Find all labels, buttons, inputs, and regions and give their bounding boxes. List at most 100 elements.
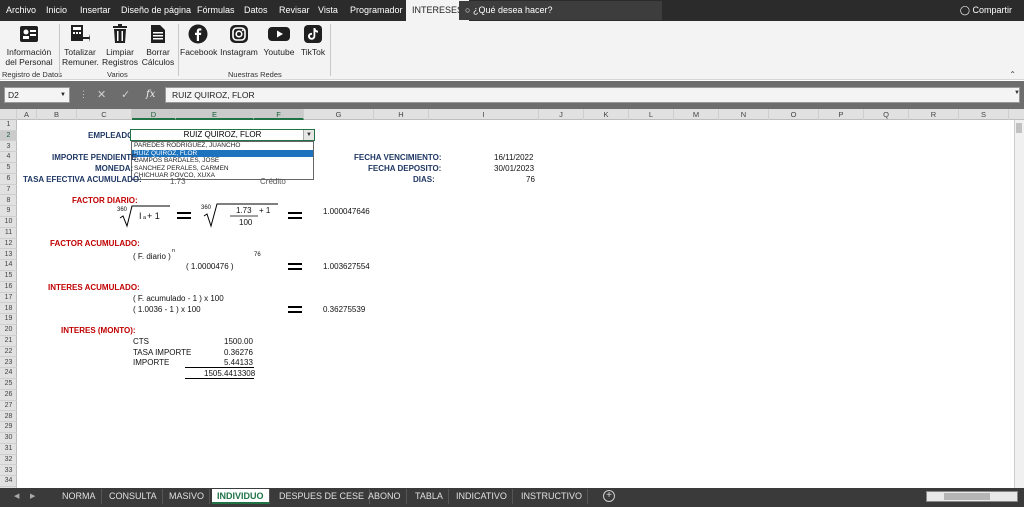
row-header[interactable]: 1 (0, 120, 17, 131)
column-header-e[interactable]: E (176, 109, 254, 120)
row-header[interactable]: 6 (0, 174, 17, 185)
sheet-tab-consulta[interactable]: CONSULTA (104, 489, 163, 504)
borrar-calculos-button[interactable]: Borrar Cálculos (141, 23, 175, 67)
prev-sheet-icon[interactable]: ◀ (14, 492, 19, 500)
sheet-tab-norma[interactable]: NORMA (57, 489, 102, 504)
facebook-button[interactable]: Facebook (180, 23, 217, 57)
select-all-corner[interactable] (0, 109, 17, 120)
column-header-o[interactable]: O (769, 109, 819, 120)
horizontal-scroll-thumb[interactable] (944, 493, 990, 500)
row-header[interactable]: 11 (0, 228, 17, 239)
tab-archivo[interactable]: Archivo (6, 0, 36, 21)
row-header[interactable]: 33 (0, 466, 17, 477)
row-header[interactable]: 18 (0, 304, 17, 315)
row-header[interactable]: 19 (0, 314, 17, 325)
column-header-g[interactable]: G (304, 109, 374, 120)
tab-insertar[interactable]: Insertar (80, 0, 111, 21)
instagram-button[interactable]: Instagram (220, 23, 258, 57)
tiktok-button[interactable]: TikTok (298, 23, 328, 57)
column-header-k[interactable]: K (584, 109, 629, 120)
vertical-scrollbar[interactable] (1014, 120, 1024, 488)
sheet-tab-individuo[interactable]: INDIVIDUO (212, 489, 270, 504)
tab-programador[interactable]: Programador (350, 0, 403, 21)
column-header-r[interactable]: R (909, 109, 959, 120)
dropdown-option[interactable]: SANCHEZ PERALES, CARMEN (132, 165, 313, 173)
column-header-m[interactable]: M (674, 109, 719, 120)
sheet-tab-instructivo[interactable]: INSTRUCTIVO (516, 489, 589, 504)
expand-formula-icon[interactable]: ▼ (1014, 90, 1020, 96)
column-header-p[interactable]: P (819, 109, 864, 120)
name-box[interactable]: D2 ▼ (4, 87, 70, 103)
row-header[interactable]: 2 (0, 130, 17, 142)
share-button[interactable]: ◯ Compartir (960, 0, 1012, 21)
column-header-d[interactable]: D (132, 109, 176, 120)
limpiar-registros-button[interactable]: Limpiar Registros (102, 23, 138, 67)
dropdown-option[interactable]: CAMPOS BARDALES, JOSE (132, 157, 313, 165)
row-header[interactable]: 15 (0, 271, 17, 282)
row-header[interactable]: 24 (0, 368, 17, 379)
column-header-s[interactable]: S (959, 109, 1009, 120)
row-header[interactable]: 22 (0, 347, 17, 358)
formula-input[interactable]: RUIZ QUIROZ, FLOR (165, 87, 1020, 103)
row-header[interactable]: 30 (0, 433, 17, 444)
totalizar-button[interactable]: Totalizar Remuner. (62, 23, 99, 67)
row-header[interactable]: 27 (0, 401, 17, 412)
row-header[interactable]: 25 (0, 379, 17, 390)
row-header[interactable]: 29 (0, 422, 17, 433)
tab-diseno[interactable]: Diseño de página (121, 0, 191, 21)
row-header[interactable]: 13 (0, 250, 17, 261)
informacion-personal-button[interactable]: Información del Personal (5, 23, 53, 67)
row-header[interactable]: 20 (0, 325, 17, 336)
row-header[interactable]: 23 (0, 358, 17, 369)
column-header-q[interactable]: Q (864, 109, 909, 120)
next-sheet-icon[interactable]: ▶ (30, 492, 35, 500)
enter-icon[interactable]: ✓ (121, 87, 130, 103)
sheet-tab-masivo[interactable]: MASIVO (164, 489, 211, 504)
row-header[interactable]: 4 (0, 152, 17, 163)
row-header[interactable]: 32 (0, 455, 17, 466)
row-header[interactable]: 3 (0, 142, 17, 153)
sheet-tab-despues-cese[interactable]: DESPUES DE CESE (274, 489, 371, 504)
row-header[interactable]: 28 (0, 412, 17, 423)
dropdown-option[interactable]: PAREDES RODRIGUEZ, JUANCHO (132, 142, 313, 150)
dropdown-option[interactable]: RUIZ QUIROZ, FLOR (132, 149, 313, 157)
empleado-select[interactable]: RUIZ QUIROZ, FLOR (130, 129, 315, 141)
sheet-tab-tabla[interactable]: TABLA (410, 489, 449, 504)
sheet-tab-indicativo[interactable]: INDICATIVO (451, 489, 513, 504)
tell-me-box[interactable]: ○ ¿Qué desea hacer? (459, 1, 662, 20)
column-header-l[interactable]: L (629, 109, 674, 120)
row-header[interactable]: 21 (0, 336, 17, 347)
column-header-i[interactable]: I (429, 109, 539, 120)
column-header-f[interactable]: F (254, 109, 304, 120)
tab-revisar[interactable]: Revisar (279, 0, 310, 21)
add-sheet-icon[interactable]: + (603, 490, 615, 502)
row-header[interactable]: 7 (0, 185, 17, 196)
row-header[interactable]: 17 (0, 293, 17, 304)
tab-vista[interactable]: Vista (318, 0, 338, 21)
row-header[interactable]: 12 (0, 239, 17, 250)
row-header[interactable]: 16 (0, 282, 17, 293)
youtube-button[interactable]: Youtube (262, 23, 296, 57)
row-header[interactable]: 14 (0, 260, 17, 271)
row-header[interactable]: 31 (0, 444, 17, 455)
tab-formulas[interactable]: Fórmulas (197, 0, 235, 21)
row-header[interactable]: 34 (0, 476, 17, 487)
vertical-scroll-thumb[interactable] (1016, 123, 1022, 133)
chevron-down-icon[interactable]: ▼ (303, 130, 314, 140)
sheet-tab-abono[interactable]: ABONO (363, 489, 407, 504)
column-header-j[interactable]: J (539, 109, 584, 120)
cancel-icon[interactable]: ✕ (97, 87, 106, 103)
column-header-c[interactable]: C (77, 109, 132, 120)
row-header[interactable]: 26 (0, 390, 17, 401)
column-header-h[interactable]: H (374, 109, 429, 120)
column-header-n[interactable]: N (719, 109, 769, 120)
row-header[interactable]: 5 (0, 163, 17, 174)
row-header[interactable]: 9 (0, 206, 17, 217)
column-header-b[interactable]: B (37, 109, 77, 120)
row-header[interactable]: 10 (0, 217, 17, 228)
tab-inicio[interactable]: Inicio (46, 0, 67, 21)
column-header-a[interactable]: A (17, 109, 37, 120)
insert-function-icon[interactable]: fx (146, 87, 155, 103)
tab-datos[interactable]: Datos (244, 0, 268, 21)
row-header[interactable]: 8 (0, 196, 17, 207)
